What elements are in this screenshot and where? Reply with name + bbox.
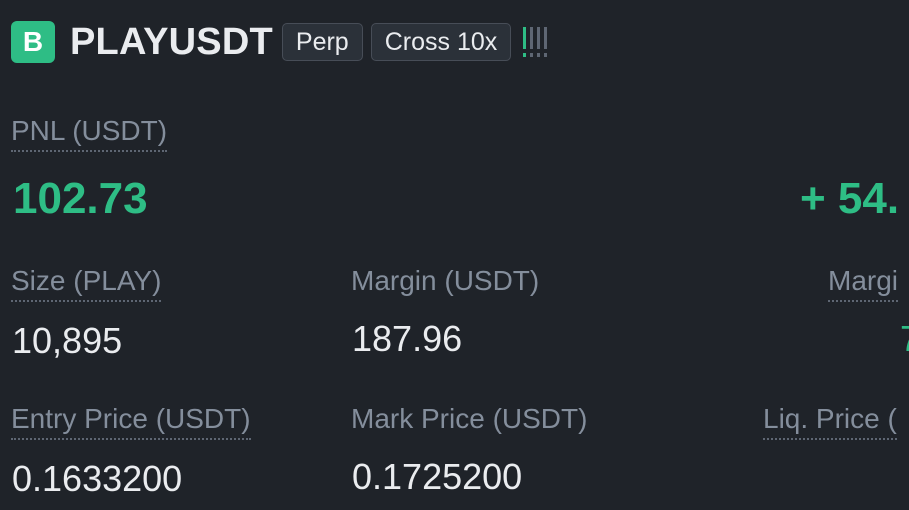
- pnl-label[interactable]: PNL (USDT): [11, 115, 168, 152]
- risk-bar: [530, 27, 534, 57]
- symbol-title[interactable]: PLAYUSDT: [70, 21, 273, 64]
- mark-price-value: 0.1725200: [352, 456, 523, 497]
- mark-price-label: Mark Price (USDT): [351, 403, 588, 434]
- risk-level-icon[interactable]: [523, 27, 548, 57]
- buy-side-badge: B: [11, 21, 55, 63]
- position-header: B PLAYUSDT Perp Cross 10x: [11, 20, 548, 64]
- entry-price-label[interactable]: Entry Price (USDT): [11, 403, 251, 440]
- margin-value: 187.96: [352, 318, 463, 359]
- entry-price-value: 0.1633200: [12, 458, 183, 499]
- margin-ratio-label[interactable]: Margi: [828, 265, 899, 302]
- risk-bar: [537, 27, 541, 57]
- risk-bar: [523, 27, 527, 57]
- roe-value: + 54.: [800, 174, 900, 223]
- margin-label: Margin (USDT): [351, 265, 540, 296]
- margin-mode-button[interactable]: Cross 10x: [370, 23, 512, 61]
- contract-type-tag: Perp: [281, 23, 363, 61]
- margin-ratio-value: 7: [900, 319, 909, 359]
- liq-price-label[interactable]: Liq. Price (: [763, 403, 897, 440]
- size-label[interactable]: Size (PLAY): [11, 265, 162, 302]
- risk-bar: [544, 27, 548, 57]
- size-value: 10,895: [12, 320, 123, 361]
- pnl-value: 102.73: [13, 174, 148, 223]
